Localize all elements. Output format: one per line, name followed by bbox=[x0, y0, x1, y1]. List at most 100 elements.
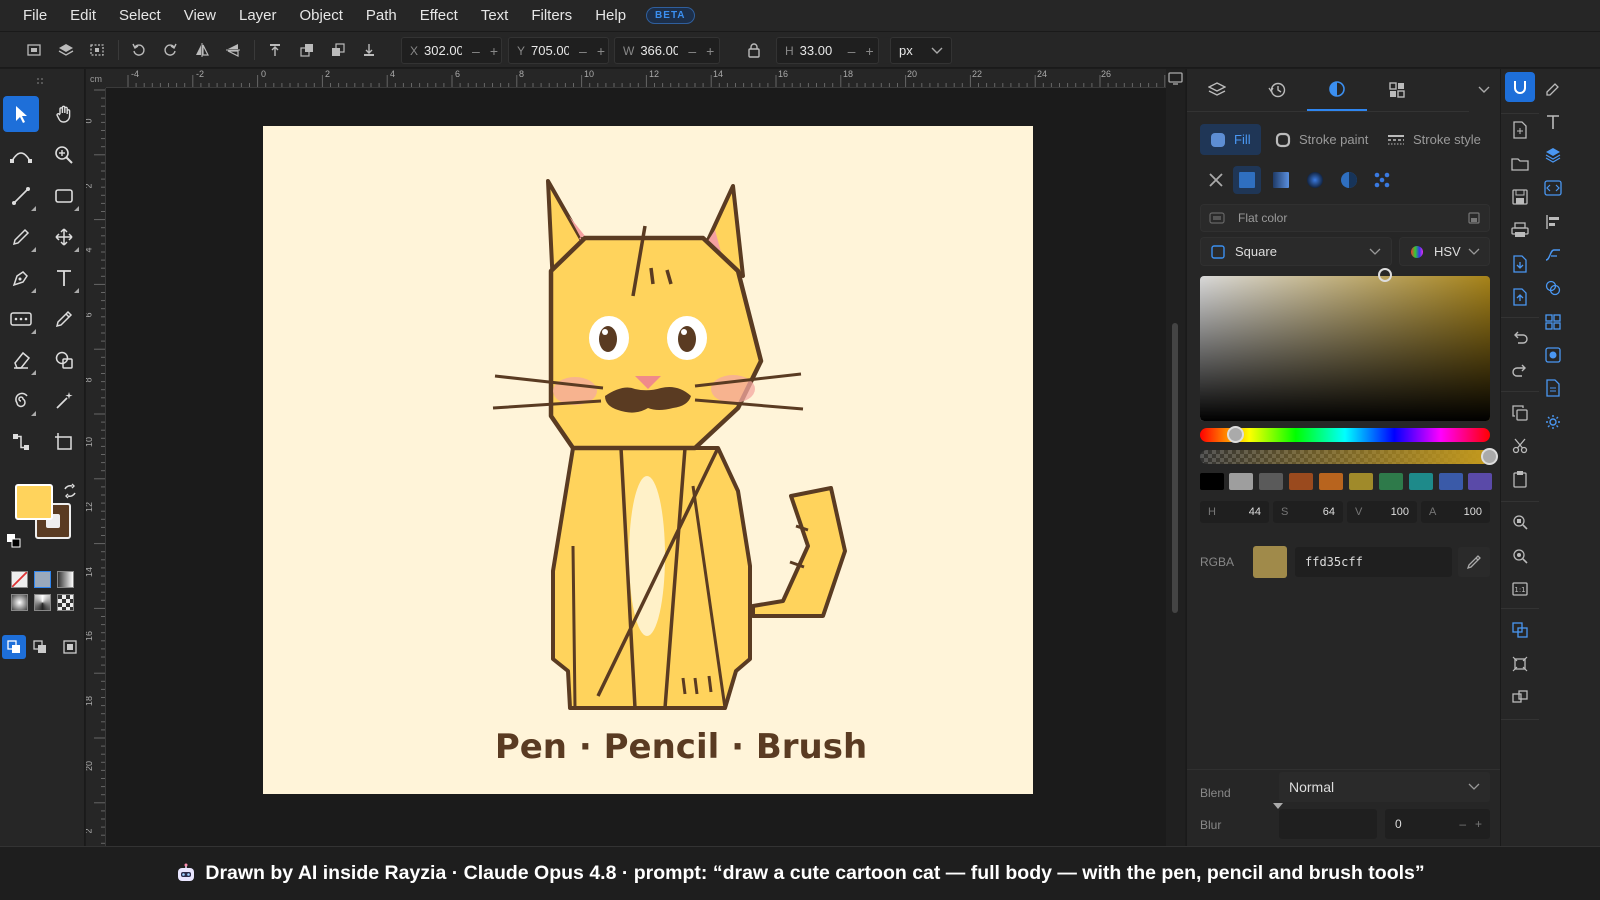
raise-to-top-icon[interactable] bbox=[267, 42, 283, 58]
menu-filters[interactable]: Filters bbox=[531, 7, 572, 24]
swap-colors-icon[interactable] bbox=[62, 483, 78, 499]
mask-mode-button[interactable] bbox=[62, 639, 78, 655]
edit-object-icon[interactable] bbox=[1544, 79, 1562, 97]
palette-swatch[interactable] bbox=[1439, 473, 1463, 490]
duplicate-icon[interactable] bbox=[1511, 621, 1529, 639]
radial-gradient-option[interactable] bbox=[1305, 170, 1325, 190]
default-colors-icon[interactable] bbox=[7, 534, 21, 548]
pen-tool[interactable] bbox=[3, 260, 39, 296]
tab-swatches[interactable] bbox=[1367, 69, 1427, 111]
lower-icon[interactable] bbox=[330, 42, 346, 58]
redo-icon[interactable] bbox=[1511, 361, 1529, 379]
new-document-icon[interactable] bbox=[1511, 121, 1529, 139]
blur-increment[interactable]: + bbox=[1475, 817, 1482, 831]
filters-icon[interactable] bbox=[1544, 346, 1562, 364]
h-field[interactable]: H 33.00 – + bbox=[776, 37, 879, 64]
palette-swatch[interactable] bbox=[1200, 473, 1224, 490]
objects-grid-icon[interactable] bbox=[1544, 313, 1562, 331]
align-icon[interactable] bbox=[1544, 213, 1562, 231]
radial-gradient-button[interactable] bbox=[11, 594, 28, 611]
cut-icon[interactable] bbox=[1511, 437, 1529, 455]
rgba-input[interactable]: ffd35cff bbox=[1295, 547, 1452, 577]
raise-icon[interactable] bbox=[299, 42, 315, 58]
subtab-stroke-style[interactable]: Stroke style bbox=[1381, 124, 1481, 155]
x-increment[interactable]: + bbox=[490, 43, 498, 59]
palette-swatch[interactable] bbox=[1349, 473, 1373, 490]
menu-text[interactable]: Text bbox=[481, 7, 509, 24]
save-icon[interactable] bbox=[1511, 188, 1529, 206]
canvas-scrollbar[interactable] bbox=[1166, 69, 1185, 846]
value-input[interactable]: V 100 bbox=[1347, 501, 1417, 523]
y-field[interactable]: Y 705.00 – + bbox=[508, 37, 609, 64]
clip-mode-button[interactable] bbox=[32, 639, 48, 655]
sv-picker-handle[interactable] bbox=[1378, 268, 1392, 282]
x-input[interactable]: 302.00 bbox=[424, 43, 462, 58]
scrollbar-thumb[interactable] bbox=[1172, 323, 1178, 613]
cat-head[interactable] bbox=[548, 235, 764, 451]
pan-tool[interactable] bbox=[46, 96, 82, 132]
zoom-drawing-icon[interactable] bbox=[1511, 547, 1529, 565]
rotate-cw-icon[interactable] bbox=[162, 42, 178, 58]
save-swatch-icon[interactable] bbox=[1467, 211, 1481, 225]
selector-tool[interactable] bbox=[3, 96, 39, 132]
subtab-stroke-paint[interactable]: Stroke paint bbox=[1269, 124, 1369, 155]
document-properties-icon[interactable] bbox=[1544, 379, 1562, 397]
menu-edit[interactable]: Edit bbox=[70, 7, 96, 24]
pencil-tool[interactable] bbox=[3, 219, 39, 255]
y-input[interactable]: 705.00 bbox=[531, 43, 569, 58]
artboard-caption[interactable]: Pen · Pencil · Brush bbox=[495, 727, 867, 767]
menu-path[interactable]: Path bbox=[366, 7, 397, 24]
y-increment[interactable]: + bbox=[597, 43, 605, 59]
panel-collapse-icon[interactable] bbox=[1477, 83, 1491, 97]
mesh-gradient-option[interactable] bbox=[1339, 170, 1359, 190]
lock-ratio-icon[interactable] bbox=[746, 42, 762, 58]
h-decrement[interactable]: – bbox=[848, 43, 856, 59]
drag-handle-icon[interactable] bbox=[36, 72, 44, 84]
hue-slider-handle[interactable] bbox=[1227, 426, 1244, 443]
snap-mode-button[interactable] bbox=[2, 635, 26, 659]
pick-color-button[interactable] bbox=[1458, 547, 1490, 577]
saturation-value-square[interactable] bbox=[1200, 276, 1490, 421]
textbox-tool[interactable] bbox=[3, 301, 39, 337]
preferences-icon[interactable] bbox=[1544, 413, 1562, 431]
page-artboard[interactable]: Pen · Pencil · Brush bbox=[263, 126, 1033, 794]
rectangle-tool[interactable] bbox=[46, 178, 82, 214]
layers-select-icon[interactable] bbox=[58, 42, 74, 58]
menu-view[interactable]: View bbox=[184, 7, 216, 24]
palette-swatch[interactable] bbox=[1229, 473, 1253, 490]
user-account-button[interactable] bbox=[1505, 72, 1535, 102]
page-tool[interactable] bbox=[46, 424, 82, 460]
blur-decrement[interactable]: – bbox=[1459, 817, 1466, 831]
menu-help[interactable]: Help bbox=[595, 7, 626, 24]
no-paint-button[interactable] bbox=[11, 571, 28, 588]
zoom-selection-icon[interactable] bbox=[1511, 513, 1529, 531]
fill-color-swatch[interactable] bbox=[15, 484, 53, 520]
menu-object[interactable]: Object bbox=[300, 7, 343, 24]
alpha-slider-handle[interactable] bbox=[1481, 448, 1498, 465]
connector-tool[interactable] bbox=[3, 424, 39, 460]
picker-shape-select[interactable]: Square bbox=[1200, 237, 1392, 266]
flat-paint-button[interactable] bbox=[34, 571, 51, 588]
x-decrement[interactable]: – bbox=[472, 43, 480, 59]
menu-effect[interactable]: Effect bbox=[420, 7, 458, 24]
menu-select[interactable]: Select bbox=[119, 7, 161, 24]
text-tool[interactable] bbox=[46, 260, 82, 296]
flat-color-option[interactable] bbox=[1233, 166, 1261, 194]
lower-to-bottom-icon[interactable] bbox=[361, 42, 377, 58]
alpha-slider[interactable] bbox=[1200, 450, 1490, 464]
zoom-one-to-one-icon[interactable]: 1:1 bbox=[1511, 580, 1529, 598]
undo-icon[interactable] bbox=[1511, 328, 1529, 346]
palette-swatch[interactable] bbox=[1409, 473, 1433, 490]
palette-swatch[interactable] bbox=[1259, 473, 1283, 490]
palette-swatch[interactable] bbox=[1468, 473, 1492, 490]
y-decrement[interactable]: – bbox=[579, 43, 587, 59]
text-font-icon[interactable] bbox=[1544, 113, 1562, 131]
tab-layers[interactable] bbox=[1187, 69, 1247, 111]
w-increment[interactable]: + bbox=[706, 43, 714, 59]
h-input[interactable]: 33.00 bbox=[800, 43, 838, 58]
menu-layer[interactable]: Layer bbox=[239, 7, 277, 24]
hue-input[interactable]: H 44 bbox=[1200, 501, 1269, 523]
magic-wand-tool[interactable] bbox=[46, 383, 82, 419]
pattern-option[interactable] bbox=[1372, 170, 1392, 190]
layers-objects-icon[interactable] bbox=[1544, 146, 1562, 164]
